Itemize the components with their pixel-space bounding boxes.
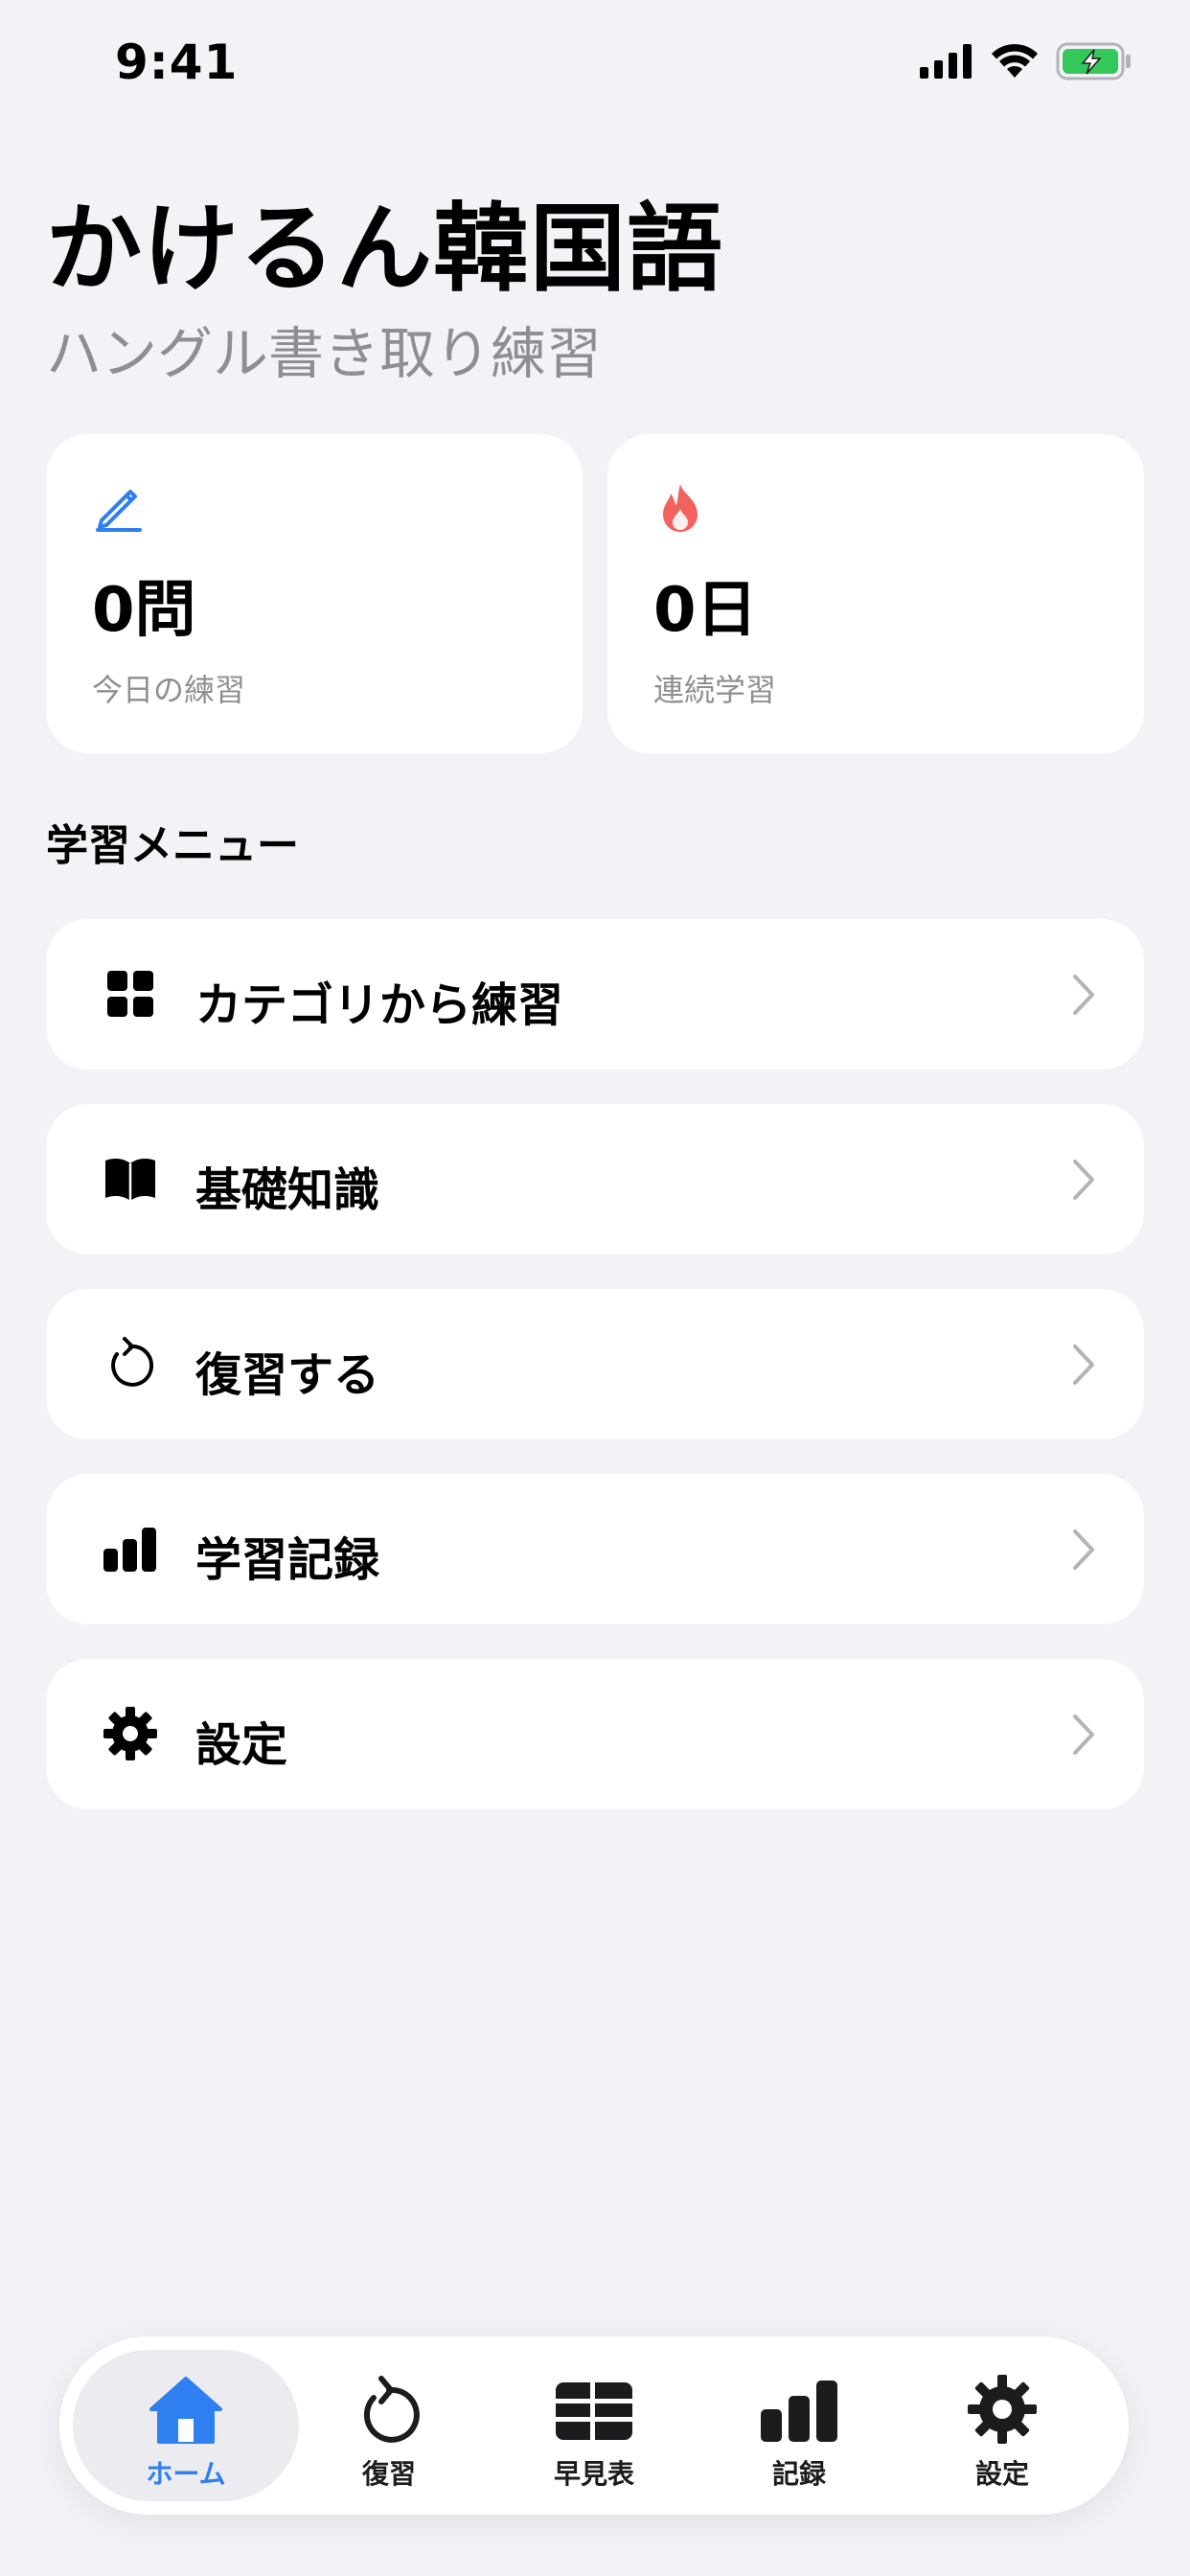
section-title: 学習メニュー <box>46 821 299 870</box>
menu-item-label: 学習記録 <box>195 1533 380 1587</box>
stat-card-streak: 0日 連続学習 <box>607 434 1144 753</box>
tab-label: ホーム <box>146 2458 226 2490</box>
menu-item-label: カテゴリから練習 <box>195 978 564 1032</box>
menu-item-category-practice[interactable]: カテゴリから練習 <box>46 919 1144 1070</box>
tab-label: 設定 <box>974 2458 1029 2490</box>
status-bar: 9:41 <box>0 0 1190 134</box>
menu-item-label: 基礎知識 <box>195 1163 380 1217</box>
menu-item-settings[interactable]: 設定 <box>46 1659 1144 1809</box>
tab-label: 復習 <box>361 2458 416 2490</box>
chevron-right-icon <box>1073 1345 1094 1385</box>
menu-item-label: 設定 <box>195 1718 288 1772</box>
gear-icon <box>968 2375 1037 2444</box>
grid-icon <box>107 971 153 1017</box>
tab-home[interactable]: ホーム <box>73 2350 299 2501</box>
bar-chart-icon <box>761 2380 837 2442</box>
house-icon <box>149 2377 222 2444</box>
stat-label: 連続学習 <box>653 672 777 708</box>
tab-review[interactable]: 復習 <box>276 2350 502 2501</box>
flame-icon <box>663 484 698 532</box>
menu-item-learning-record[interactable]: 学習記録 <box>46 1474 1144 1624</box>
chevron-right-icon <box>1073 1530 1094 1570</box>
replay-icon <box>363 2376 420 2443</box>
bar-chart-icon <box>103 1528 156 1572</box>
stat-value: 0問 <box>92 575 196 646</box>
app-title: かけるん韓国語 <box>46 193 723 305</box>
menu-item-basics[interactable]: 基礎知識 <box>46 1104 1144 1254</box>
app-subtitle: ハングル書き取り練習 <box>46 321 603 386</box>
wifi-icon <box>992 44 1038 78</box>
status-icons <box>920 42 1133 80</box>
chevron-right-icon <box>1073 1160 1094 1200</box>
menu-item-review[interactable]: 復習する <box>46 1289 1144 1439</box>
stat-card-today: 0問 今日の練習 <box>46 434 583 753</box>
tab-bar: ホーム 復習 早見表 記録 設定 <box>59 2336 1129 2515</box>
battery-charging-icon <box>1056 42 1131 80</box>
tab-label: 記録 <box>771 2458 826 2490</box>
chevron-right-icon <box>1073 1714 1094 1755</box>
table-icon <box>556 2382 632 2440</box>
cellular-signal-icon <box>920 44 972 79</box>
stat-value: 0日 <box>653 575 758 646</box>
status-time: 9:41 <box>115 34 239 90</box>
tab-label: 早見表 <box>553 2458 634 2490</box>
menu-item-label: 復習する <box>195 1348 380 1402</box>
replay-icon <box>111 1337 154 1387</box>
tab-quick-reference[interactable]: 早見表 <box>481 2350 707 2501</box>
book-icon <box>105 1159 155 1201</box>
pencil-icon <box>96 490 142 532</box>
gear-icon <box>103 1707 157 1760</box>
tab-settings[interactable]: 設定 <box>889 2350 1115 2501</box>
stat-label: 今日の練習 <box>92 672 246 708</box>
tab-records[interactable]: 記録 <box>686 2350 912 2501</box>
chevron-right-icon <box>1073 975 1094 1015</box>
